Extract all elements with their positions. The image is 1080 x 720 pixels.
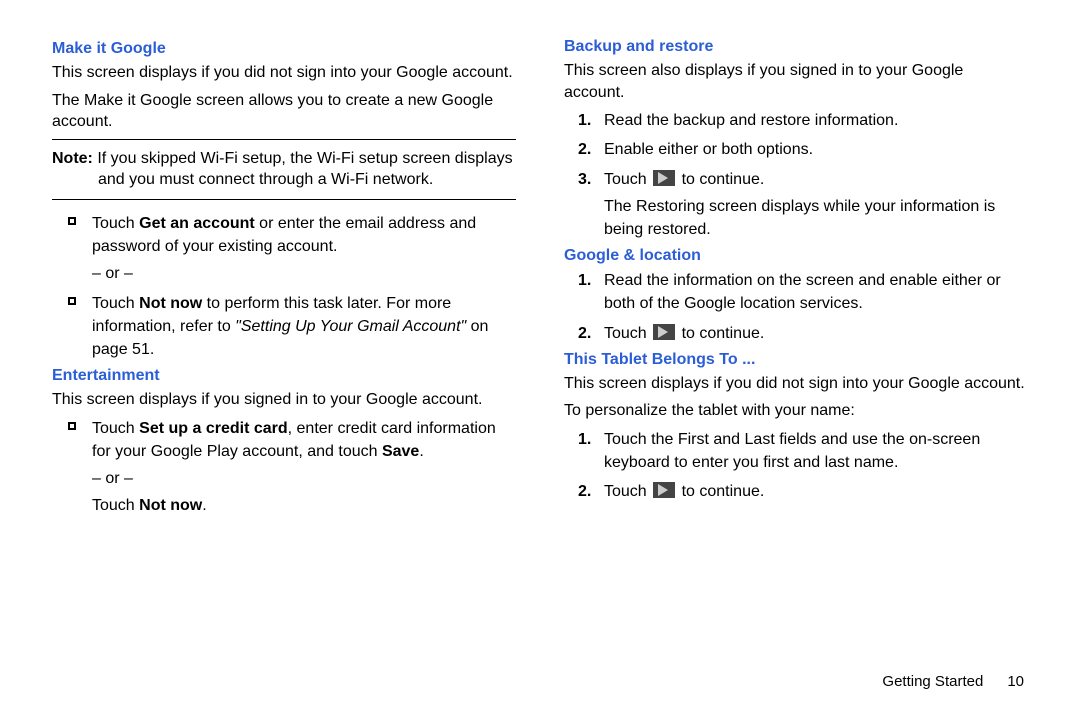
list-item: Enable either or both options. [604,138,1028,161]
list-item: Read the backup and restore information. [604,109,1028,132]
page-footer: Getting Started 10 [882,673,1024,690]
heading-google-location: Google & location [564,247,1028,265]
manual-page: Make it Google This screen displays if y… [0,0,1080,620]
or-divider: – or – [92,467,516,490]
list-item: Touch Set up a credit card, enter credit… [92,417,516,518]
next-arrow-icon [653,482,675,498]
numbered-list: Read the backup and restore information.… [564,109,1028,241]
list-item: Touch the First and Last fields and use … [604,428,1028,474]
para: This screen displays if you did not sign… [52,62,516,84]
next-arrow-icon [653,324,675,340]
note-label: Note: [52,150,93,167]
para: The Make it Google screen allows you to … [52,90,516,133]
note-body: If you skipped Wi-Fi setup, the Wi-Fi se… [93,150,513,189]
numbered-list: Touch the First and Last fields and use … [564,428,1028,504]
or-divider: – or – [92,262,516,285]
list-item: Touch Not now to perform this task later… [92,292,516,362]
para: This screen also displays if you signed … [564,60,1028,103]
section-name: Getting Started [882,673,983,690]
bullet-list: Touch Get an account or enter the email … [52,212,516,361]
list-item: Read the information on the screen and e… [604,269,1028,315]
list-item: Touch to continue. [604,480,1028,503]
para: This screen displays if you did not sign… [564,373,1028,395]
list-item: Touch to continue. The Restoring screen … [604,168,1028,242]
bullet-list: Touch Set up a credit card, enter credit… [52,417,516,518]
next-arrow-icon [653,170,675,186]
heading-make-it-google: Make it Google [52,40,516,58]
page-number: 10 [1007,673,1024,690]
heading-entertainment: Entertainment [52,367,516,385]
heading-tablet-belongs-to: This Tablet Belongs To ... [564,351,1028,369]
para: This screen displays if you signed in to… [52,389,516,411]
list-item: Touch Get an account or enter the email … [92,212,516,286]
note-block: Note: If you skipped Wi-Fi setup, the Wi… [52,139,516,200]
numbered-list: Read the information on the screen and e… [564,269,1028,345]
para: To personalize the tablet with your name… [564,400,1028,422]
list-item: Touch to continue. [604,322,1028,345]
heading-backup-restore: Backup and restore [564,38,1028,56]
